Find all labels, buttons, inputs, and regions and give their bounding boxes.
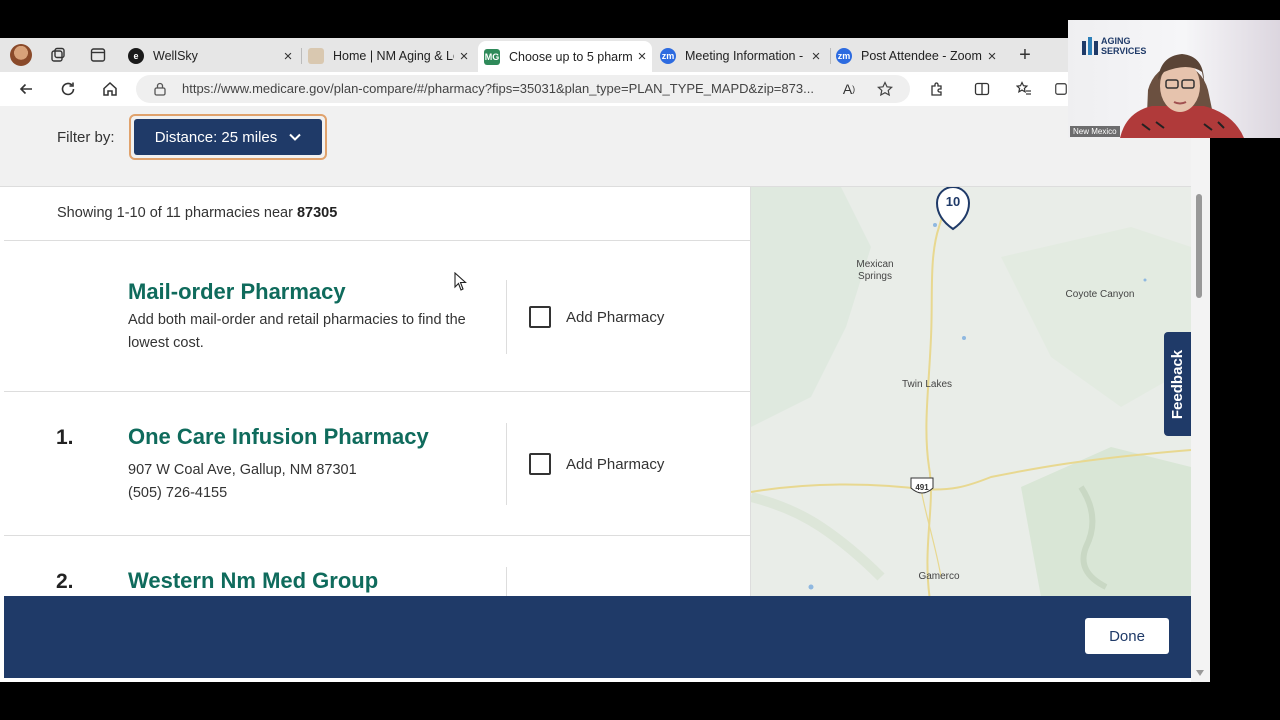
add-pharmacy-checkbox[interactable]: Add Pharmacy bbox=[529, 453, 664, 475]
refresh-icon[interactable] bbox=[58, 79, 78, 99]
results-count-text: Showing 1-10 of 11 pharmacies near bbox=[57, 205, 297, 221]
address-bar[interactable]: https://www.medicare.gov/plan-compare/#/… bbox=[136, 75, 910, 103]
collections-icon[interactable] bbox=[1054, 79, 1068, 99]
distance-label: Distance: 25 miles bbox=[154, 128, 278, 146]
pharmacy-number: 2. bbox=[56, 570, 74, 593]
filter-bar: Filter by: Distance: 25 miles bbox=[0, 106, 1191, 187]
tab-post-attendee[interactable]: zm Post Attendee - Zoom × bbox=[836, 42, 1002, 70]
tab-nm-aging[interactable]: Home | NM Aging & Lo × bbox=[308, 42, 474, 70]
map-canvas[interactable]: 491 Mexican Springs Coyote Canyon Twin L… bbox=[751, 187, 1191, 597]
tab-medicare-active[interactable]: MG Choose up to 5 pharma × bbox=[478, 41, 652, 72]
back-arrow-icon[interactable] bbox=[16, 79, 36, 99]
add-pharmacy-label[interactable]: Add Pharmacy bbox=[566, 456, 664, 473]
presenter-video bbox=[1120, 54, 1244, 138]
pharmacy-address: 907 W Coal Ave, Gallup, NM 87301 bbox=[128, 462, 357, 478]
place-label: Gamerco bbox=[918, 571, 960, 582]
chevron-down-icon bbox=[289, 133, 301, 141]
mouse-cursor-icon bbox=[454, 272, 467, 291]
list-item-mail-order: Mail-order Pharmacy Add both mail-order … bbox=[4, 240, 750, 392]
webcam-name-tag: New Mexico bbox=[1070, 126, 1120, 137]
page-content: Filter by: Distance: 25 miles Showing 1-… bbox=[0, 106, 1210, 682]
done-button[interactable]: Done bbox=[1085, 618, 1169, 654]
pharmacy-name[interactable]: Western Nm Med Group bbox=[128, 568, 378, 594]
checkbox[interactable] bbox=[529, 306, 551, 328]
extensions-icon[interactable] bbox=[927, 79, 947, 99]
url-text[interactable]: https://www.medicare.gov/plan-compare/#/… bbox=[182, 81, 814, 96]
read-aloud-icon[interactable]: A) bbox=[840, 80, 858, 98]
wellsky-icon: e bbox=[128, 48, 144, 64]
pharmacy-number: 1. bbox=[56, 426, 74, 449]
pharmacy-phone: (505) 726-4155 bbox=[128, 485, 228, 501]
zoom-icon: zm bbox=[836, 48, 852, 64]
home-icon[interactable] bbox=[100, 79, 120, 99]
page-scrollbar[interactable] bbox=[1191, 106, 1210, 682]
close-icon[interactable]: × bbox=[982, 48, 1002, 65]
pharmacy-results: Showing 1-10 of 11 pharmacies near 87305… bbox=[4, 187, 751, 598]
pharmacy-description: Add both mail-order and retail pharmacie… bbox=[128, 312, 466, 351]
filter-label: Filter by: bbox=[57, 129, 115, 146]
tab-title: Post Attendee - Zoom bbox=[861, 49, 982, 63]
tab-title: Choose up to 5 pharma bbox=[509, 49, 632, 64]
close-icon[interactable]: × bbox=[278, 48, 298, 65]
place-label-2: Springs bbox=[858, 271, 892, 282]
nm-aging-icon bbox=[308, 48, 324, 64]
tab-wellsky[interactable]: e WellSky × bbox=[128, 42, 298, 70]
map-marker-label: 10 bbox=[946, 194, 960, 209]
place-label: Coyote Canyon bbox=[1066, 289, 1135, 300]
pharmacy-name[interactable]: Mail-order Pharmacy bbox=[128, 279, 346, 305]
list-item-pharmacy-1: 1. One Care Infusion Pharmacy 907 W Coal… bbox=[4, 391, 750, 536]
favorite-star-icon[interactable] bbox=[876, 80, 894, 98]
medicare-icon: MG bbox=[484, 48, 500, 65]
feedback-label[interactable]: Feedback bbox=[1169, 349, 1186, 418]
zoom-icon: zm bbox=[660, 48, 676, 64]
route-shield-label: 491 bbox=[915, 483, 929, 492]
browser-window: e WellSky × Home | NM Aging & Lo × MG Ch… bbox=[0, 38, 1210, 682]
new-tab-icon[interactable]: + bbox=[1014, 44, 1036, 66]
add-pharmacy-checkbox[interactable]: Add Pharmacy bbox=[529, 306, 664, 328]
profile-avatar[interactable] bbox=[10, 44, 32, 66]
feedback-tab[interactable]: Feedback bbox=[1164, 332, 1191, 436]
results-count: Showing 1-10 of 11 pharmacies near 87305 bbox=[57, 205, 337, 221]
tab-bar: e WellSky × Home | NM Aging & Lo × MG Ch… bbox=[0, 38, 1210, 72]
place-label: Mexican bbox=[856, 259, 893, 270]
checkbox[interactable] bbox=[529, 453, 551, 475]
distance-dropdown-inner[interactable]: Distance: 25 miles bbox=[134, 119, 322, 155]
distance-dropdown[interactable]: Distance: 25 miles bbox=[129, 114, 327, 160]
split-screen-icon[interactable] bbox=[972, 79, 992, 99]
add-pharmacy-label[interactable]: Add Pharmacy bbox=[566, 309, 664, 326]
results-zip: 87305 bbox=[296, 205, 338, 221]
tab-title: Home | NM Aging & Lo bbox=[333, 49, 454, 63]
route-shield: 491 bbox=[910, 477, 934, 494]
footer-bar: Done bbox=[4, 596, 1191, 678]
lock-icon[interactable] bbox=[152, 81, 168, 97]
close-icon[interactable]: × bbox=[632, 48, 652, 65]
place-label: Twin Lakes bbox=[902, 379, 952, 390]
pharmacy-name[interactable]: One Care Infusion Pharmacy bbox=[128, 424, 429, 450]
scroll-down-arrow-icon[interactable] bbox=[1195, 669, 1205, 677]
webcam-overlay: AGING SERVICES New Mexico bbox=[1068, 20, 1280, 138]
tab-meeting-info[interactable]: zm Meeting Information - Z × bbox=[660, 42, 826, 70]
tab-actions-icon[interactable] bbox=[88, 45, 108, 65]
close-icon[interactable]: × bbox=[454, 48, 474, 65]
pharmacy-map[interactable]: 491 Mexican Springs Coyote Canyon Twin L… bbox=[751, 187, 1191, 597]
address-bar-row: https://www.medicare.gov/plan-compare/#/… bbox=[0, 72, 1210, 106]
scrollbar-thumb[interactable] bbox=[1196, 194, 1202, 298]
list-item-pharmacy-2: 2. Western Nm Med Group bbox=[4, 535, 750, 598]
tab-title: Meeting Information - Z bbox=[685, 49, 806, 63]
tab-title: WellSky bbox=[153, 49, 198, 63]
workspaces-icon[interactable] bbox=[48, 45, 68, 65]
favorites-list-icon[interactable] bbox=[1014, 79, 1034, 99]
close-icon[interactable]: × bbox=[806, 48, 826, 65]
